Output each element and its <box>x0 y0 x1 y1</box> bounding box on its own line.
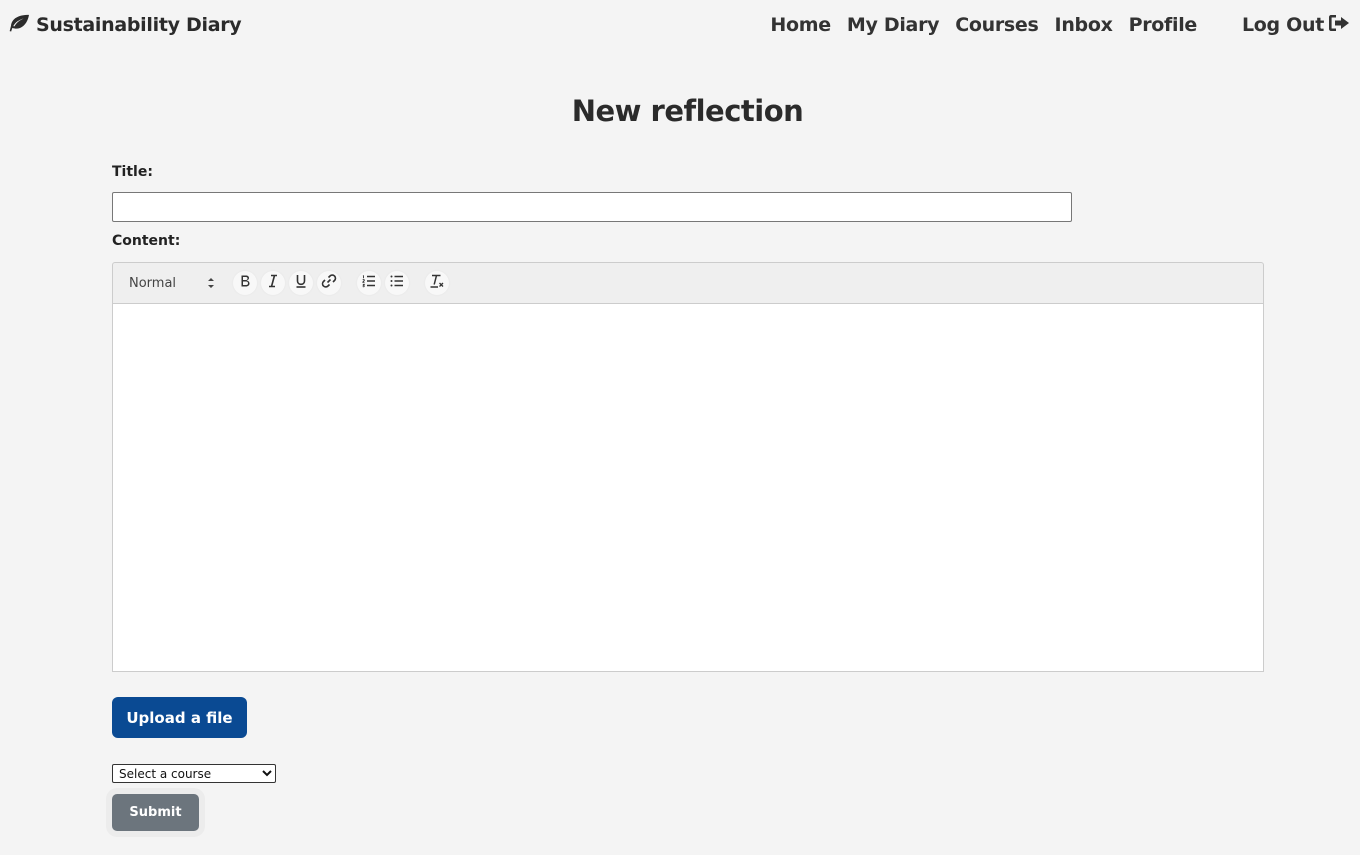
title-label: Title: <box>112 164 153 180</box>
link-icon <box>321 273 337 293</box>
bullet-list-icon <box>389 273 405 293</box>
editor-toolbar: Normal <box>112 262 1264 304</box>
editor-content-area[interactable] <box>112 304 1264 672</box>
ordered-list-button[interactable] <box>357 271 381 295</box>
navbar: Sustainability Diary Home My Diary Cours… <box>0 0 1360 50</box>
brand-name: Sustainability Diary <box>36 14 242 36</box>
content-label: Content: <box>112 233 181 249</box>
toolbar-group-lists <box>357 271 409 295</box>
course-select[interactable]: Select a course <box>112 764 276 783</box>
brand-link[interactable]: Sustainability Diary <box>9 12 242 38</box>
title-input[interactable] <box>112 192 1072 222</box>
format-select[interactable]: Normal <box>129 271 217 295</box>
sign-out-icon <box>1328 13 1350 38</box>
nav-courses[interactable]: Courses <box>955 14 1039 36</box>
leaf-icon <box>9 14 31 37</box>
toolbar-group-format <box>233 271 341 295</box>
nav-my-diary[interactable]: My Diary <box>847 14 940 36</box>
toolbar-group-clean <box>425 271 449 295</box>
page-title: New reflection <box>571 94 804 128</box>
format-select-value: Normal <box>129 275 177 291</box>
logout-link[interactable]: Log Out <box>1242 12 1350 38</box>
nav-links: Home My Diary Courses Inbox Profile <box>770 12 1197 38</box>
italic-icon <box>265 273 281 293</box>
underline-icon <box>293 273 309 293</box>
underline-button[interactable] <box>289 271 313 295</box>
submit-button[interactable]: Submit <box>112 794 199 831</box>
ordered-list-icon <box>361 273 377 293</box>
clean-format-icon <box>429 273 445 293</box>
bold-icon <box>237 273 253 293</box>
italic-button[interactable] <box>261 271 285 295</box>
nav-home[interactable]: Home <box>770 14 831 36</box>
logout-label: Log Out <box>1241 14 1324 36</box>
bullet-list-button[interactable] <box>385 271 409 295</box>
bold-button[interactable] <box>233 271 257 295</box>
select-arrows-icon <box>207 276 215 290</box>
nav-inbox[interactable]: Inbox <box>1055 14 1113 36</box>
rich-text-editor: Normal <box>112 262 1264 672</box>
clean-format-button[interactable] <box>425 271 449 295</box>
nav-profile[interactable]: Profile <box>1129 14 1198 36</box>
upload-file-button[interactable]: Upload a file <box>112 697 247 738</box>
link-button[interactable] <box>317 271 341 295</box>
